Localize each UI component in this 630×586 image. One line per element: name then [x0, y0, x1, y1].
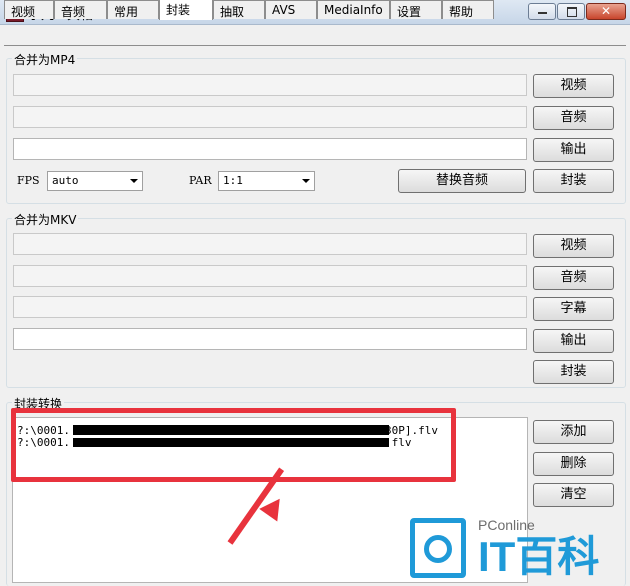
tab-mediainfo[interactable]: MediaInfo	[317, 0, 390, 19]
mkv-output-button[interactable]: 输出	[533, 329, 614, 353]
tab-mux[interactable]: 封装	[159, 0, 213, 20]
tab-help[interactable]: 帮助	[442, 0, 494, 19]
mkv-audio-path[interactable]	[13, 265, 527, 287]
tab-video[interactable]: 视频	[4, 0, 54, 19]
maximize-icon	[567, 7, 577, 17]
mp4-group-title: 合并为MP4	[12, 51, 78, 68]
mp4-output-path[interactable]	[13, 138, 527, 160]
fps-value: auto	[52, 174, 79, 187]
mkv-mux-button[interactable]: 封装	[533, 360, 614, 384]
close-button[interactable]: ✕	[586, 3, 626, 20]
watermark-brand: PConline	[478, 517, 535, 533]
add-button[interactable]: 添加	[533, 420, 614, 444]
tab-common[interactable]: 常用	[107, 0, 159, 19]
mp4-output-button[interactable]: 输出	[533, 138, 614, 162]
mkv-group-title: 合并为MKV	[12, 211, 79, 228]
tab-strip-border	[4, 45, 626, 46]
chevron-down-icon	[130, 179, 138, 183]
par-select[interactable]: 1:1	[218, 171, 315, 191]
maximize-button[interactable]	[557, 3, 585, 20]
tab-extract[interactable]: 抽取	[213, 0, 265, 19]
fps-select[interactable]: auto	[47, 171, 143, 191]
watermark: PConline IT百科	[410, 515, 626, 585]
tab-settings[interactable]: 设置	[390, 0, 442, 19]
chevron-down-icon	[302, 179, 310, 183]
par-label: PAR	[189, 174, 212, 187]
mkv-video-button[interactable]: 视频	[533, 234, 614, 258]
mp4-mux-button[interactable]: 封装	[533, 169, 614, 193]
tab-audio[interactable]: 音频	[54, 0, 107, 19]
mkv-subtitle-path[interactable]	[13, 296, 527, 318]
mkv-audio-button[interactable]: 音频	[533, 266, 614, 290]
watermark-name: IT百科	[478, 533, 600, 580]
mp4-audio-button[interactable]: 音频	[533, 106, 614, 130]
tab-avs[interactable]: AVS	[265, 0, 317, 19]
mp4-video-path[interactable]	[13, 74, 527, 96]
watermark-logo-icon	[410, 518, 466, 578]
fps-label: FPS	[17, 174, 40, 187]
delete-button[interactable]: 删除	[533, 452, 614, 476]
mp4-audio-path[interactable]	[13, 106, 527, 128]
minimize-icon	[538, 12, 547, 14]
minimize-button[interactable]	[528, 3, 556, 20]
annotation-highlight-box	[11, 408, 456, 482]
mp4-video-button[interactable]: 视频	[533, 74, 614, 98]
replace-audio-button[interactable]: 替换音频	[398, 169, 526, 193]
close-icon: ✕	[600, 4, 612, 18]
mkv-video-path[interactable]	[13, 233, 527, 255]
mkv-output-path[interactable]	[13, 328, 527, 350]
clear-button[interactable]: 清空	[533, 483, 614, 507]
mkv-subtitle-button[interactable]: 字幕	[533, 297, 614, 321]
par-value: 1:1	[223, 174, 243, 187]
